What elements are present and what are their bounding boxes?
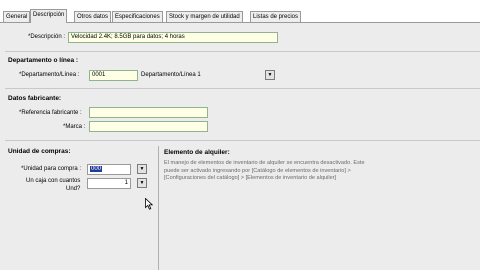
tab-descripcion[interactable]: Descripción <box>30 9 68 23</box>
box-label-line1: Un caja con cuantos <box>26 178 81 184</box>
brand-input[interactable] <box>89 121 208 132</box>
description-label: *Descripción : <box>28 34 66 40</box>
tab-stock-margen[interactable]: Stock y margen de utilidad <box>166 11 243 22</box>
purchase-unit-section-title: Unidad de compras: <box>8 148 71 155</box>
dropdown-arrow-icon[interactable]: ▼ <box>265 70 275 80</box>
tab-listas-precios[interactable]: Listas de precios <box>250 11 302 22</box>
department-label: *Departamento/Línea : <box>19 72 80 78</box>
box-label-line2: Und? <box>66 186 81 192</box>
manufacturer-section-title: Datos fabricante: <box>8 95 62 102</box>
mouse-pointer-icon <box>145 198 153 210</box>
section-separator <box>158 146 159 270</box>
tab-bar: General Descripción Otros datos Especifi… <box>0 0 480 23</box>
divider <box>5 88 480 89</box>
unit-value: 000 <box>90 166 103 172</box>
divider <box>5 140 480 141</box>
tab-otros-datos[interactable]: Otros datos <box>74 11 112 22</box>
tab-especificaciones[interactable]: Especificaciones <box>112 11 163 22</box>
department-section-title: Departamento o línea : <box>8 57 79 64</box>
reference-input[interactable] <box>89 107 208 118</box>
tab-general[interactable]: General <box>3 11 31 22</box>
unit-select[interactable]: 000 <box>87 164 131 175</box>
reference-label: *Referencia fabricante : <box>19 110 82 116</box>
brand-label: *Marca : <box>63 124 86 130</box>
box-quantity-input[interactable]: 1 <box>87 178 131 189</box>
department-name: Departamento/Línea 1 <box>141 72 201 78</box>
rental-info-text: El manejo de elementos de inventario de … <box>164 160 365 182</box>
department-code-input[interactable]: 0001 <box>89 70 138 81</box>
dropdown-arrow-icon[interactable]: ▼ <box>137 164 147 174</box>
description-input[interactable]: Velocidad 2.4K; 8.5GB para datos; 4 hora… <box>68 32 278 43</box>
unit-label: *Unidad para compra : <box>21 166 82 172</box>
divider <box>5 51 480 52</box>
dropdown-arrow-icon[interactable]: ▼ <box>137 178 147 188</box>
rental-section-title: Elemento de alquiler: <box>164 149 230 156</box>
